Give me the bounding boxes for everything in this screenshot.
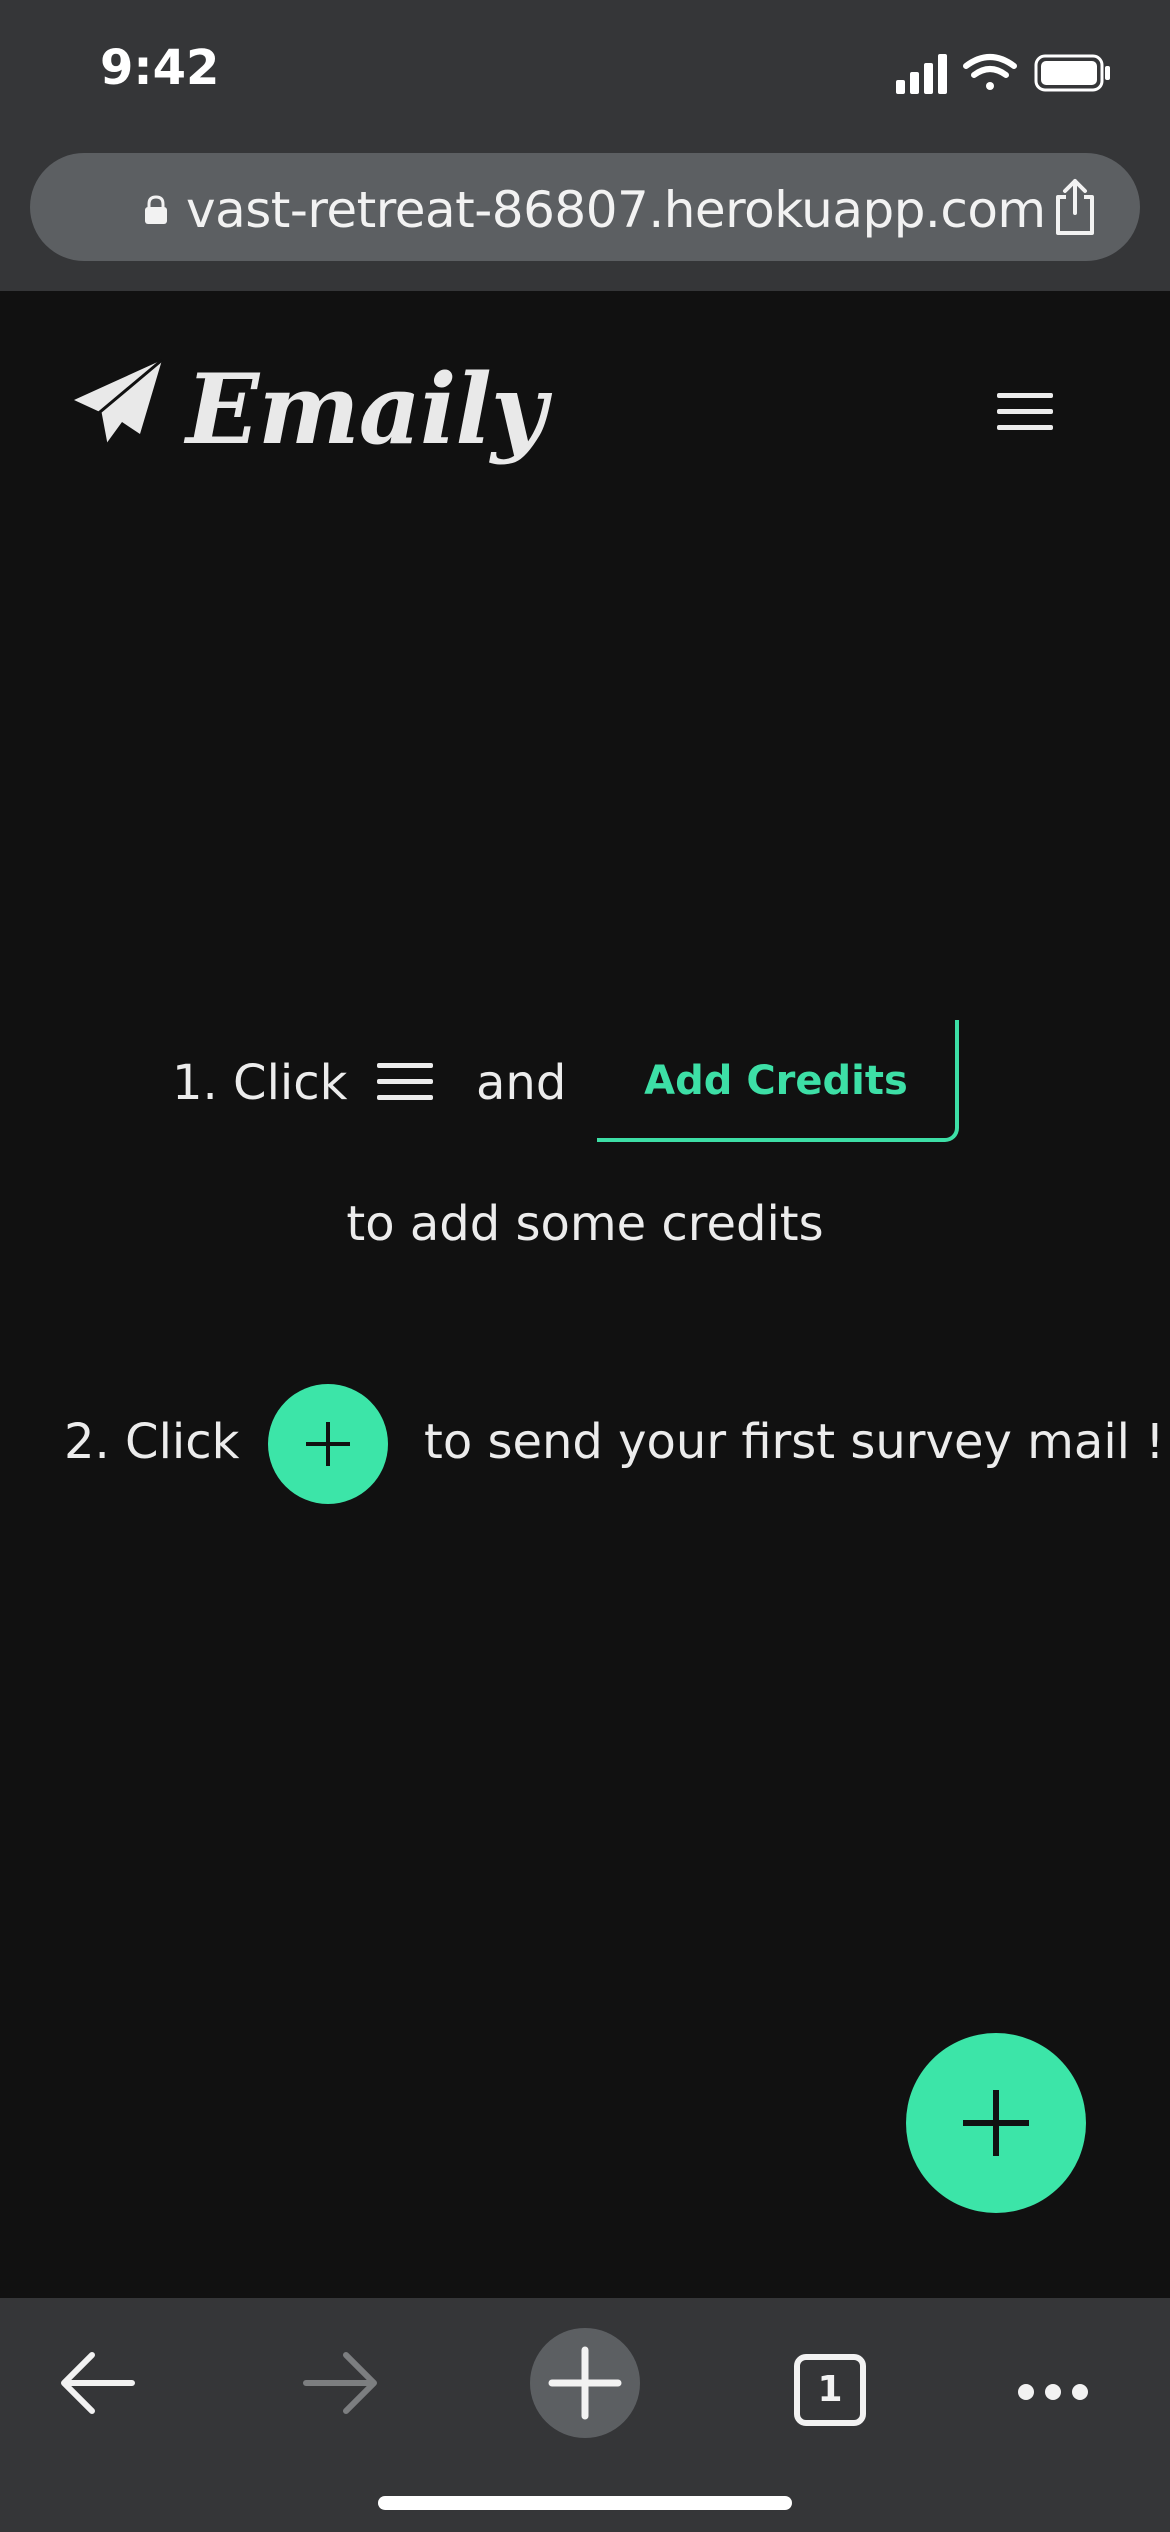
arrow-right-icon [303,2352,377,2414]
step1-and: and [476,1055,567,1111]
more-dots-icon [1018,2384,1088,2400]
app-header: Emaily [0,291,1170,531]
status-time: 9:42 [100,40,220,96]
plus-icon [548,2346,622,2420]
page: 9:42 vast-retreat-86807.herokuapp.com Em… [0,0,1170,2532]
step2-prefix: 2. Click [64,1414,240,1470]
plus-icon [963,2090,1029,2156]
back-button[interactable] [50,2328,160,2438]
url-text[interactable]: vast-retreat-86807.herokuapp.com [186,181,1046,239]
forward-button[interactable] [290,2328,400,2438]
address-bar[interactable]: vast-retreat-86807.herokuapp.com [30,153,1140,261]
browser-address-area: vast-retreat-86807.herokuapp.com [0,145,1170,291]
tab-count: 1 [794,2354,866,2426]
app-logo-text[interactable]: Emaily [186,353,547,466]
add-credits-label: Add Credits [644,1058,908,1104]
step1-prefix: 1. Click [172,1055,348,1111]
paper-plane-icon [70,356,166,457]
new-tab-button[interactable] [530,2328,640,2438]
instruction-step-2: 2. Click to send your first survey mail … [0,1380,1170,1505]
lock-icon [142,195,170,230]
plus-icon [306,1422,350,1466]
step2-suffix: to send your first survey mail ! [424,1414,1165,1470]
new-survey-fab[interactable] [906,2033,1086,2213]
arrow-left-icon [61,2352,135,2414]
share-icon[interactable] [1050,177,1100,242]
hamburger-menu-icon [376,1060,434,1109]
battery-icon [1034,54,1110,92]
home-indicator [378,2496,792,2510]
more-menu-button[interactable] [1000,2328,1110,2438]
cellular-signal-icon [896,54,947,94]
instruction-step-1: 1. Click and Add Credits [0,1015,1170,1145]
status-icons [896,50,1112,96]
status-bar: 9:42 [0,0,1170,145]
inline-plus-badge [268,1384,388,1504]
hamburger-menu-icon [997,393,1053,430]
hamburger-menu-button[interactable] [995,389,1055,435]
wifi-icon [963,54,1017,90]
add-credits-button[interactable]: Add Credits [597,1020,959,1142]
step1-suffix: to add some credits [346,1196,824,1252]
tab-switcher-button[interactable]: 1 [775,2328,885,2438]
browser-bottom-toolbar: 1 [0,2298,1170,2532]
